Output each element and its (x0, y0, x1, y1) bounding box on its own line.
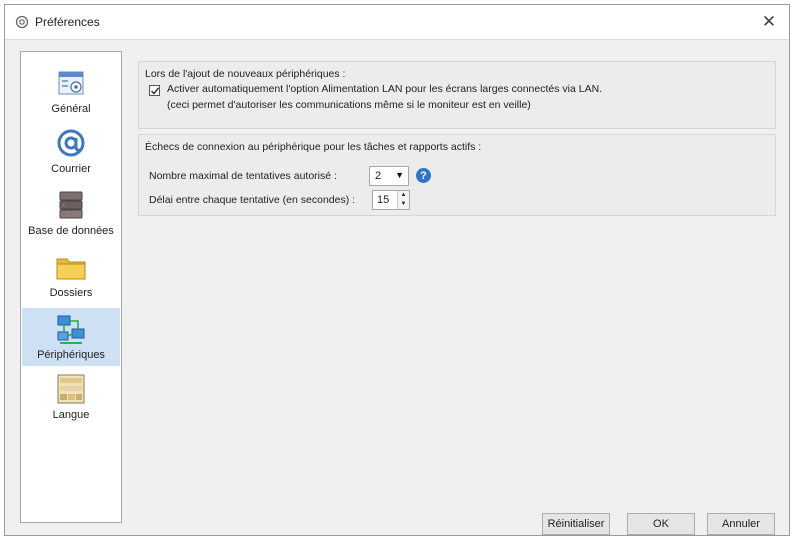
preferences-window: Préférences ✕ Général Courrier Base de d… (4, 4, 790, 536)
max-attempts-label: Nombre maximal de tentatives autorisé : (149, 170, 337, 182)
max-attempts-select[interactable]: 2 ▼ (369, 166, 409, 186)
max-attempts-value: 2 (375, 170, 382, 182)
cancel-button[interactable]: Annuler (707, 513, 775, 535)
sidebar-item-folders[interactable]: Dossiers (22, 246, 120, 304)
database-icon (59, 191, 83, 219)
lan-power-checkbox-label[interactable]: Activer automatiquement l'option Aliment… (167, 83, 602, 95)
sidebar-item-label: Langue (52, 409, 90, 421)
folder-icon (56, 258, 86, 280)
sidebar-item-mail[interactable]: Courrier (22, 122, 120, 180)
lan-power-checkbox-note: (ceci permet d'autoriser les communicati… (167, 99, 531, 111)
retry-delay-spinner[interactable]: 15 ▲ ▼ (372, 190, 410, 210)
network-devices-icon (57, 315, 85, 344)
general-settings-icon (58, 71, 84, 95)
title-bar: Préférences ✕ (5, 5, 789, 40)
sidebar-item-label: Dossiers (49, 287, 93, 299)
help-icon[interactable]: ? (416, 168, 431, 183)
language-icon (57, 374, 85, 404)
connection-failures-group-title: Échecs de connexion au périphérique pour… (145, 141, 482, 153)
sidebar-item-label: Général (51, 103, 91, 115)
new-devices-group-title: Lors de l'ajout de nouveaux périphérique… (145, 68, 346, 80)
close-button[interactable]: ✕ (749, 5, 789, 39)
sidebar-item-label: Périphériques (37, 349, 105, 361)
checkmark-icon (151, 87, 160, 95)
spin-down-icon[interactable]: ▼ (397, 200, 409, 209)
sidebar-item-language[interactable]: Langue (22, 368, 120, 426)
sidebar: Général Courrier Base de données Dossier… (20, 51, 122, 523)
chevron-down-icon: ▼ (395, 170, 404, 180)
connection-failures-group: Échecs de connexion au périphérique pour… (138, 134, 776, 216)
ok-button[interactable]: OK (627, 513, 695, 535)
sidebar-item-devices[interactable]: Périphériques (22, 308, 120, 366)
at-sign-icon (57, 129, 85, 157)
sidebar-item-label: Courrier (51, 163, 91, 175)
gear-icon (15, 15, 29, 29)
lan-power-checkbox[interactable] (149, 85, 160, 96)
retry-delay-value: 15 (377, 194, 390, 206)
sidebar-item-label: Base de données (28, 225, 114, 237)
close-icon: ✕ (761, 12, 777, 31)
sidebar-item-database[interactable]: Base de données (22, 184, 120, 242)
sidebar-item-general[interactable]: Général (22, 62, 120, 120)
window-title: Préférences (35, 15, 100, 29)
new-devices-group: Lors de l'ajout de nouveaux périphérique… (138, 61, 776, 129)
retry-delay-label: Délai entre chaque tentative (en seconde… (149, 194, 356, 206)
reset-button[interactable]: Réinitialiser (542, 513, 610, 535)
